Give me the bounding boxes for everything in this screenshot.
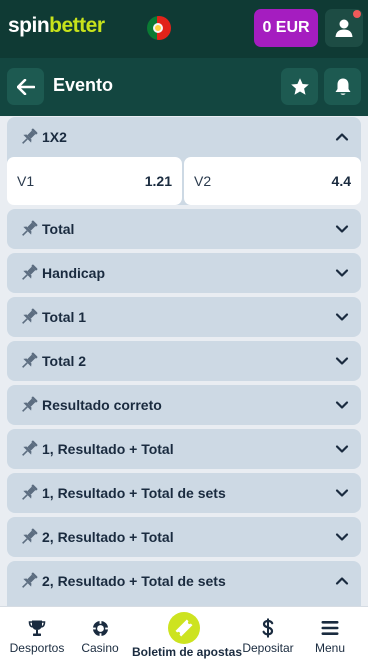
market-total[interactable]: Total bbox=[7, 209, 361, 249]
chevron-down-icon[interactable] bbox=[335, 310, 349, 324]
market-header[interactable]: 1, Resultado + Total de sets bbox=[7, 473, 361, 513]
favorite-button[interactable] bbox=[281, 68, 318, 105]
betslip-button[interactable] bbox=[168, 612, 200, 644]
market-header[interactable]: 2, Resultado + Total bbox=[7, 517, 361, 557]
chevron-down-icon[interactable] bbox=[335, 398, 349, 412]
market-1-resultado-total[interactable]: 1, Resultado + Total bbox=[7, 429, 361, 469]
bell-icon bbox=[335, 78, 350, 95]
hamburger-menu-icon bbox=[321, 621, 339, 635]
market-2-resultado-total[interactable]: 2, Resultado + Total bbox=[7, 517, 361, 557]
nav-deposit[interactable]: Depositar bbox=[238, 607, 298, 660]
market-header[interactable]: Total 2 bbox=[7, 341, 361, 381]
pin-icon[interactable] bbox=[19, 219, 39, 239]
chevron-down-icon[interactable] bbox=[335, 222, 349, 236]
market-label: 1, Resultado + Total bbox=[42, 441, 174, 457]
pin-icon[interactable] bbox=[19, 263, 39, 283]
odd-button-v1[interactable]: V1 1.21 bbox=[7, 157, 182, 205]
market-total-1[interactable]: Total 1 bbox=[7, 297, 361, 337]
back-button[interactable] bbox=[7, 68, 44, 105]
odd-button-v2[interactable]: V2 4.4 bbox=[184, 157, 361, 205]
nav-label: Depositar bbox=[242, 641, 294, 655]
odd-value: 1.21 bbox=[144, 173, 172, 189]
chevron-down-icon[interactable] bbox=[335, 530, 349, 544]
market-header[interactable]: 1, Resultado + Total bbox=[7, 429, 361, 469]
pin-icon[interactable] bbox=[19, 351, 39, 371]
nav-menu[interactable]: Menu bbox=[302, 607, 358, 660]
ticket-icon bbox=[175, 619, 193, 637]
market-label: 1, Resultado + Total de sets bbox=[42, 485, 226, 501]
nav-label: Desportos bbox=[9, 641, 65, 655]
dollar-icon bbox=[262, 618, 274, 638]
market-label: 1X2 bbox=[42, 129, 67, 145]
market-label: Total 1 bbox=[42, 309, 87, 325]
pin-icon[interactable] bbox=[19, 307, 39, 327]
nav-label: Casino bbox=[81, 641, 119, 655]
pin-icon[interactable] bbox=[19, 571, 39, 591]
nav-label: Menu bbox=[314, 641, 346, 655]
market-header[interactable]: Total 1 bbox=[7, 297, 361, 337]
odd-value: 4.4 bbox=[331, 173, 351, 189]
odd-label: V2 bbox=[194, 173, 212, 189]
trophy-icon bbox=[28, 620, 46, 636]
market-header[interactable]: 2, Resultado + Total de sets bbox=[7, 561, 361, 601]
chevron-down-icon[interactable] bbox=[335, 442, 349, 456]
odds-row: V1 1.21 V2 4.4 bbox=[7, 157, 361, 205]
casino-chip-icon bbox=[92, 620, 108, 636]
market-header[interactable]: Handicap bbox=[7, 253, 361, 293]
market-label: Resultado correto bbox=[42, 397, 162, 413]
market-label: Total 2 bbox=[42, 353, 87, 369]
notifications-button[interactable] bbox=[324, 68, 361, 105]
chevron-down-icon[interactable] bbox=[335, 354, 349, 368]
market-handicap[interactable]: Handicap bbox=[7, 253, 361, 293]
market-label: Total bbox=[42, 221, 75, 237]
market-label: 2, Resultado + Total bbox=[42, 529, 174, 545]
logo-text-better: better bbox=[49, 14, 105, 37]
market-header[interactable]: 1X2 bbox=[7, 117, 361, 157]
market-label: Handicap bbox=[42, 265, 106, 281]
arrow-left-icon bbox=[16, 78, 35, 95]
event-header: Evento bbox=[0, 58, 368, 116]
top-header: spinbetter 0 EUR bbox=[0, 0, 368, 58]
market-total-2[interactable]: Total 2 bbox=[7, 341, 361, 381]
logo-text-spin: spin bbox=[8, 14, 50, 37]
market-header[interactable]: Total bbox=[7, 209, 361, 249]
notification-dot bbox=[353, 10, 361, 18]
pin-icon[interactable] bbox=[19, 395, 39, 415]
user-icon bbox=[335, 19, 353, 37]
market-1x2: 1X2 V1 1.21 V2 4.4 bbox=[7, 117, 361, 205]
spinbetter-logo[interactable]: spinbetter bbox=[8, 14, 105, 38]
pin-icon[interactable] bbox=[19, 483, 39, 503]
star-icon bbox=[290, 77, 309, 95]
portugal-flag-icon[interactable] bbox=[147, 16, 171, 40]
nav-sports[interactable]: Desportos bbox=[6, 607, 68, 660]
odd-label: V1 bbox=[17, 173, 35, 189]
chevron-up-icon[interactable] bbox=[335, 574, 349, 588]
page-title: Evento bbox=[53, 75, 114, 95]
betslip-label[interactable]: Boletim de apostas bbox=[132, 645, 242, 659]
nav-casino[interactable]: Casino bbox=[72, 607, 128, 660]
balance-button[interactable]: 0 EUR bbox=[254, 9, 318, 47]
pin-icon[interactable] bbox=[19, 439, 39, 459]
market-1-resultado-total-de-sets[interactable]: 1, Resultado + Total de sets bbox=[7, 473, 361, 513]
pin-icon[interactable] bbox=[19, 527, 39, 547]
chevron-up-icon[interactable] bbox=[335, 130, 349, 144]
market-label: 2, Resultado + Total de sets bbox=[42, 573, 226, 589]
market-header[interactable]: Resultado correto bbox=[7, 385, 361, 425]
market-resultado-correto[interactable]: Resultado correto bbox=[7, 385, 361, 425]
chevron-down-icon[interactable] bbox=[335, 266, 349, 280]
chevron-down-icon[interactable] bbox=[335, 486, 349, 500]
pin-icon[interactable] bbox=[19, 127, 39, 147]
